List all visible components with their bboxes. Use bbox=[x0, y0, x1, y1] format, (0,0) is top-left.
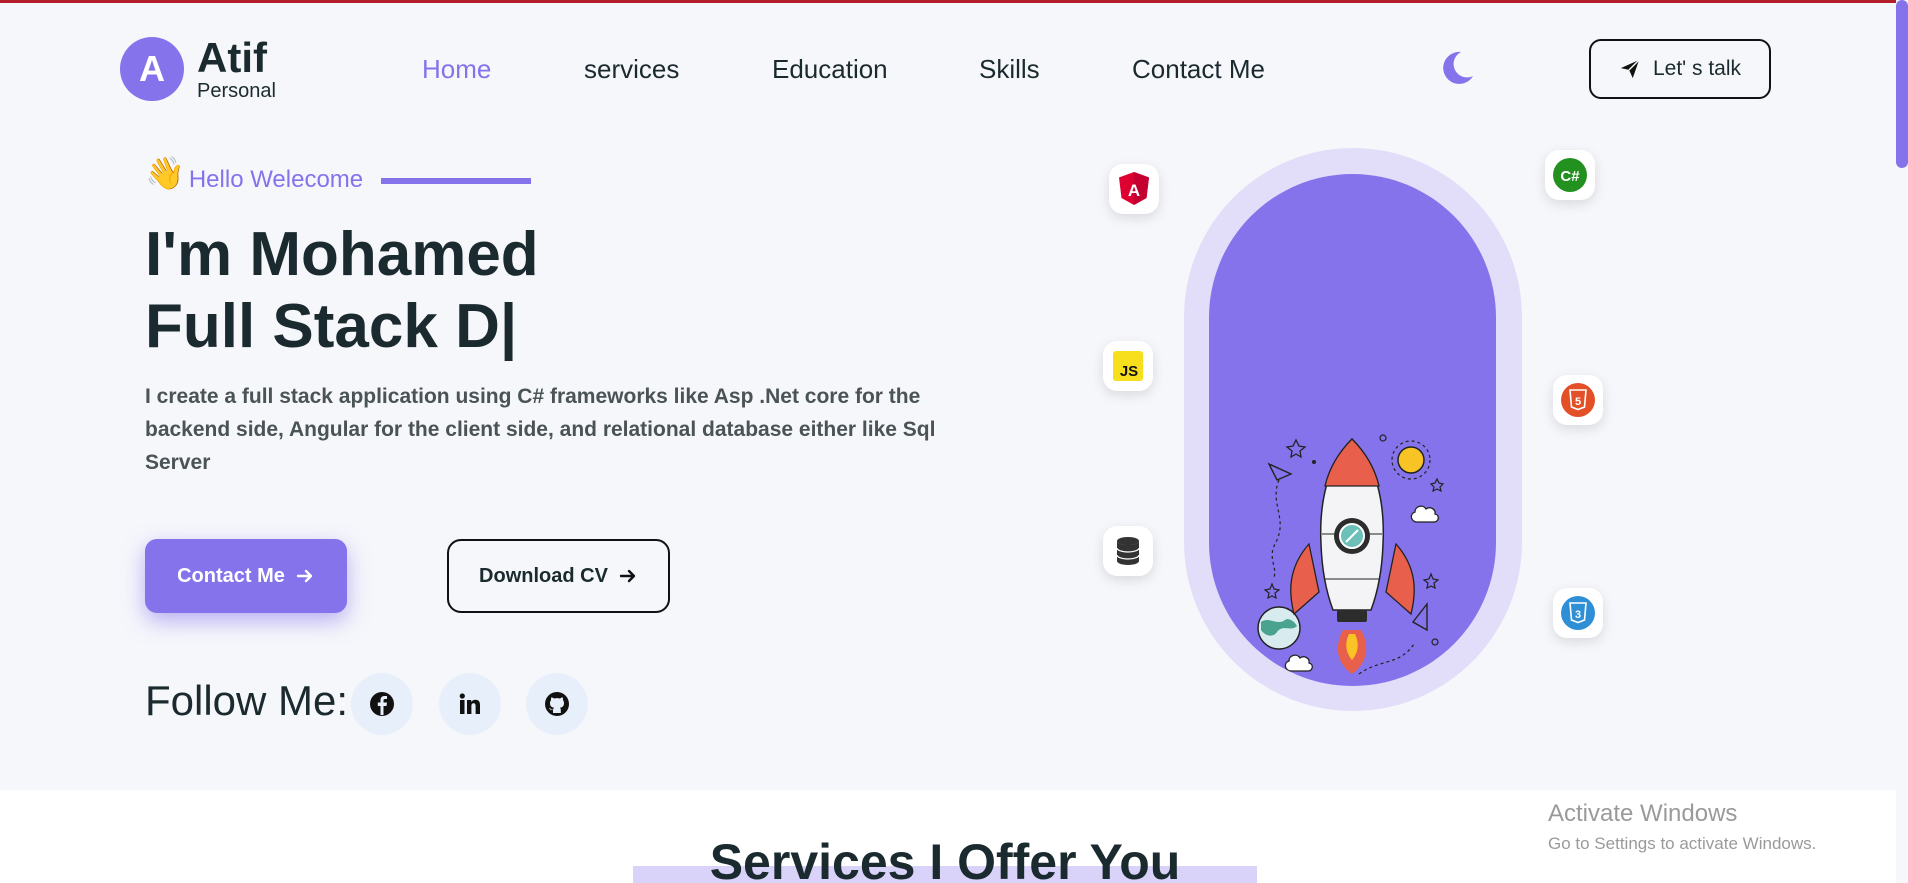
linkedin-icon bbox=[459, 693, 480, 714]
github-link[interactable] bbox=[526, 673, 588, 735]
csharp-letter: C# bbox=[1560, 168, 1580, 185]
moon-icon[interactable] bbox=[1439, 50, 1475, 86]
greeting-underline bbox=[381, 178, 531, 184]
facebook-link[interactable] bbox=[351, 673, 413, 735]
csharp-icon: C# bbox=[1553, 158, 1587, 192]
lets-talk-label: Let' s talk bbox=[1652, 57, 1742, 80]
javascript-letter: JS bbox=[1120, 363, 1138, 380]
angular-letter: A bbox=[1128, 181, 1140, 200]
database-badge bbox=[1103, 526, 1153, 576]
database-icon bbox=[1116, 537, 1140, 565]
contact-me-label: Contact Me bbox=[177, 564, 285, 587]
nav-contact-me[interactable]: Contact Me bbox=[1132, 54, 1265, 85]
activation-subtitle: Go to Settings to activate Windows. bbox=[1548, 834, 1817, 853]
greeting: 👋 Hello Welecome bbox=[145, 152, 363, 194]
arrow-right-icon bbox=[296, 569, 313, 583]
linkedin-link[interactable] bbox=[439, 673, 501, 735]
top-border bbox=[0, 0, 1908, 3]
rocket-illustration bbox=[1257, 434, 1445, 675]
csharp-badge: C# bbox=[1545, 150, 1595, 200]
download-cv-label: Download CV bbox=[479, 564, 608, 587]
nav-skills[interactable]: Skills bbox=[979, 54, 1040, 85]
follow-me-label: Follow Me: bbox=[145, 677, 349, 724]
javascript-icon: JS bbox=[1113, 351, 1143, 381]
hero-title-line1: I'm Mohamed bbox=[145, 220, 539, 289]
javascript-badge: JS bbox=[1103, 341, 1153, 391]
activation-title: Activate Windows bbox=[1548, 800, 1738, 827]
arrow-right-icon bbox=[619, 569, 636, 583]
nav-services[interactable]: services bbox=[584, 54, 679, 85]
hero-title-line2: Full Stack D| bbox=[145, 292, 518, 361]
angular-badge: A bbox=[1109, 164, 1159, 214]
html5-icon: 5 bbox=[1561, 383, 1595, 417]
html5-number: 5 bbox=[1575, 396, 1581, 408]
waving-hand-icon: 👋 bbox=[145, 155, 185, 191]
hero-image bbox=[1209, 174, 1496, 686]
greeting-text: Hello Welecome bbox=[188, 166, 364, 193]
services-title: Services I Offer You bbox=[709, 834, 1181, 883]
logo-badge: A bbox=[120, 37, 184, 101]
css3-badge: 3 bbox=[1553, 588, 1603, 638]
hero-description: I create a full stack application using … bbox=[145, 385, 936, 474]
logo[interactable]: A Atif Personal bbox=[120, 37, 276, 101]
send-icon bbox=[1620, 59, 1640, 79]
nav-home[interactable]: Home bbox=[422, 54, 491, 85]
scrollbar-thumb[interactable] bbox=[1896, 0, 1908, 168]
download-cv-button[interactable]: Download CV bbox=[447, 539, 670, 613]
facebook-icon bbox=[370, 692, 394, 716]
css3-icon: 3 bbox=[1561, 596, 1595, 630]
windows-activation-watermark: Activate Windows Go to Settings to activ… bbox=[1548, 800, 1816, 854]
logo-subtitle: Personal bbox=[197, 80, 276, 102]
github-icon bbox=[545, 692, 569, 716]
html5-badge: 5 bbox=[1553, 375, 1603, 425]
logo-name: Atif bbox=[197, 34, 267, 81]
nav-education[interactable]: Education bbox=[772, 54, 888, 85]
lets-talk-button[interactable]: Let' s talk bbox=[1589, 39, 1771, 99]
css3-number: 3 bbox=[1575, 609, 1581, 621]
contact-me-button[interactable]: Contact Me bbox=[145, 539, 347, 613]
angular-icon: A bbox=[1119, 172, 1149, 205]
